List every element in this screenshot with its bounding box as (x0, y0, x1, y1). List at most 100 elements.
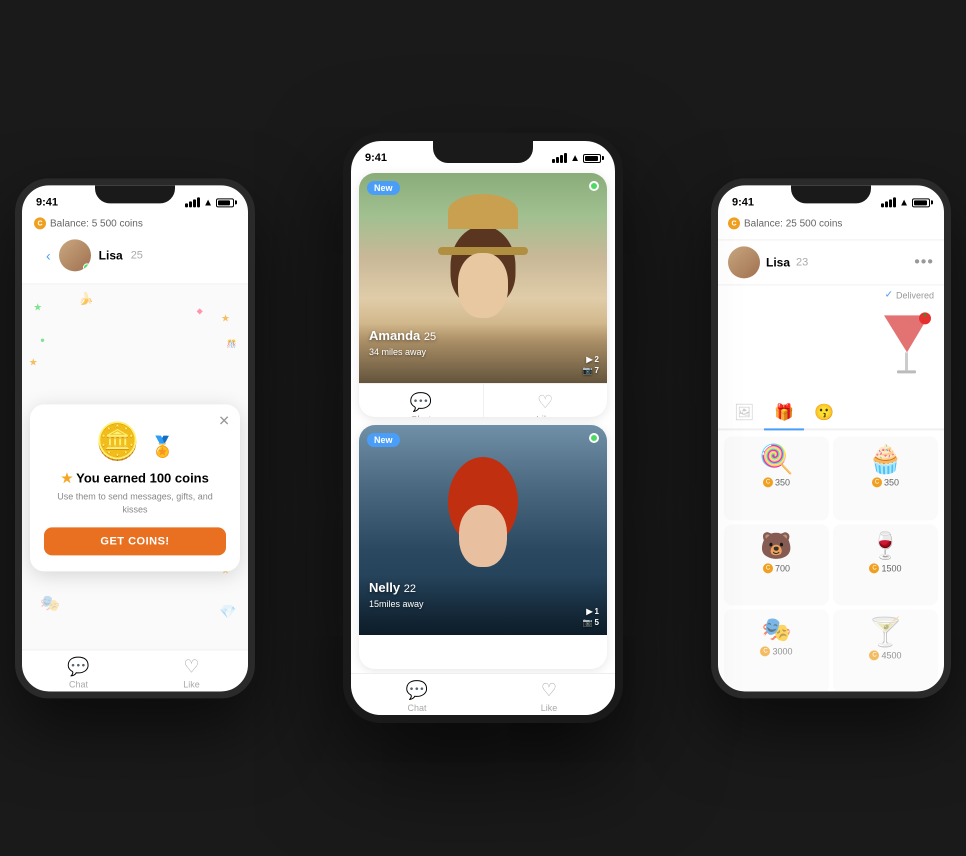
nelly-distance: 15miles away (369, 599, 424, 609)
gift-cocktail[interactable]: 🍸 C 4500 (833, 610, 938, 692)
notch-left (95, 185, 175, 203)
delivered-status: ✓ Delivered (718, 285, 944, 304)
teddy-price: C 700 (763, 563, 790, 573)
sticker-tab[interactable]: 🖼 (724, 396, 764, 428)
teddy-icon: 🐻 (760, 530, 792, 561)
gift-lollipop[interactable]: 🍭 C 350 (724, 436, 829, 520)
nelly-face (459, 505, 507, 567)
tab-like-left[interactable]: ♡ Like (135, 656, 248, 689)
time-right: 9:41 (732, 196, 754, 208)
cupcake-price: C 350 (872, 477, 899, 487)
coins-image: 🪙 🏅 (44, 420, 226, 462)
balance-row-left: C Balance: 5 500 coins (34, 217, 236, 229)
coin-icon-right: C (728, 217, 740, 229)
nelly-name: Nelly 22 (369, 580, 416, 595)
amanda-video-count: ▶ 2 (586, 355, 599, 364)
popup-close-button[interactable]: ✕ (218, 412, 230, 429)
wifi-icon-center: ▲ (570, 153, 580, 164)
gift-cupcake[interactable]: 🧁 C 350 (833, 436, 938, 520)
status-icons-right: ▲ (881, 197, 930, 208)
chat-age-right: 23 (796, 256, 808, 268)
gift-teddy[interactable]: 🐻 C 700 (724, 524, 829, 606)
nelly-camera-count: 📷 5 (583, 618, 599, 627)
notch-right (791, 185, 871, 203)
amanda-hat (448, 194, 518, 229)
chat-header-right: Lisa 23 ••• (718, 240, 944, 285)
right-screen: 9:41 ▲ (718, 185, 944, 691)
status-icons-left: ▲ (185, 197, 234, 208)
lollipop-price: C 350 (763, 477, 790, 487)
wifi-icon-right: ▲ (899, 197, 909, 208)
avatar-right (728, 246, 760, 278)
gift-lingerie[interactable]: 🎭 C 3000 (724, 610, 829, 692)
center-content: New ▶ 2 📷 7 (351, 169, 615, 715)
cocktail-svg (879, 310, 934, 385)
options-menu-right[interactable]: ••• (914, 253, 934, 271)
amanda-photo-count: ▶ 2 📷 7 (583, 355, 599, 375)
amanda-photo: New ▶ 2 📷 7 (359, 173, 607, 383)
notch-center (433, 141, 533, 163)
amanda-distance: 34 miles away (369, 347, 426, 357)
tab-bar-center: 💬 Chat ♡ Like (351, 673, 615, 715)
nelly-photo: New ▶ 1 📷 5 (359, 425, 607, 635)
amanda-online-dot (589, 181, 599, 191)
chat-tab-label-left: Chat (69, 679, 88, 689)
gift-tabs-bar: 🖼 🎁 😗 (718, 396, 944, 430)
signal-right (881, 197, 896, 207)
check-icon: ✓ (885, 289, 893, 300)
back-arrow-left[interactable]: ‹ (46, 247, 51, 263)
time-center: 9:41 (365, 152, 387, 164)
cupcake-icon: 🧁 (868, 442, 903, 475)
like-tab-label-left: Like (183, 679, 200, 689)
gifts-grid: 🍭 C 350 🧁 C 350 🐻 (718, 430, 944, 691)
popup-title: ★ You earned 100 coins (44, 470, 226, 486)
deco-star-2: ★ (221, 314, 230, 325)
left-header: C Balance: 5 500 coins ‹ Lisa 25 (22, 213, 248, 284)
cocktail-gift-icon: 🍸 (868, 616, 903, 649)
avatar-online-dot (83, 263, 91, 271)
chat-age-left: 25 (131, 249, 143, 261)
chat-tab-icon-left: 💬 (67, 656, 89, 677)
amanda-camera-count: 📷 7 (583, 366, 599, 375)
wifi-icon-left: ▲ (203, 197, 213, 208)
time-left: 9:41 (36, 196, 58, 208)
cocktail-container (879, 310, 934, 390)
deco-mask: 🎭 (40, 593, 60, 613)
coin-badge-1: C (763, 477, 773, 487)
gift-martini[interactable]: 🍷 C 1500 (833, 524, 938, 606)
nelly-new-badge: New (367, 433, 400, 447)
center-screen: 9:41 ▲ (351, 141, 615, 715)
amanda-like-button[interactable]: ♡ Like (484, 384, 608, 417)
deco-star-1: ★ (33, 303, 42, 314)
tab-chat-center[interactable]: 💬 Chat (351, 680, 483, 713)
deco-banana: 🍌 (79, 292, 94, 306)
like-tab-label-center: Like (541, 703, 558, 713)
amanda-new-badge: New (367, 181, 400, 195)
amanda-actions: 💬 Chat ♡ Like (359, 383, 607, 417)
chat-name-right: Lisa (766, 255, 790, 269)
heart-icon-amanda: ♡ (537, 392, 553, 413)
right-phone: 9:41 ▲ (711, 178, 951, 698)
lollipop-icon: 🍭 (759, 442, 794, 475)
balance-right: Balance: 25 500 coins (744, 218, 842, 229)
tab-like-center[interactable]: ♡ Like (483, 680, 615, 713)
chat-tab-icon-center: 💬 (406, 680, 428, 701)
deco-sticker: 💎 (219, 603, 236, 620)
right-content: C Balance: 25 500 coins Lisa 23 ••• ✓ (718, 213, 944, 691)
coin-badge-4: C (869, 563, 879, 573)
martini-icon: 🍷 (869, 530, 901, 561)
right-header: C Balance: 25 500 coins (718, 213, 944, 240)
balance-left: Balance: 5 500 coins (50, 218, 143, 229)
gift-tab[interactable]: 🎁 (764, 396, 804, 428)
kiss-tab[interactable]: 😗 (804, 396, 844, 428)
tab-chat-left[interactable]: 💬 Chat (22, 656, 135, 689)
martini-price: C 1500 (869, 563, 901, 573)
chat-tab-label-center: Chat (407, 703, 426, 713)
get-coins-button[interactable]: GET COINS! (44, 528, 226, 556)
nelly-card: New ▶ 1 📷 5 (359, 425, 607, 669)
like-tab-icon-center: ♡ (541, 680, 557, 701)
signal-left (185, 197, 200, 207)
sticker-tab-icon: 🖼 (734, 404, 754, 421)
left-phone: 9:41 ▲ (15, 178, 255, 698)
amanda-chat-button[interactable]: 💬 Chat (359, 384, 484, 417)
